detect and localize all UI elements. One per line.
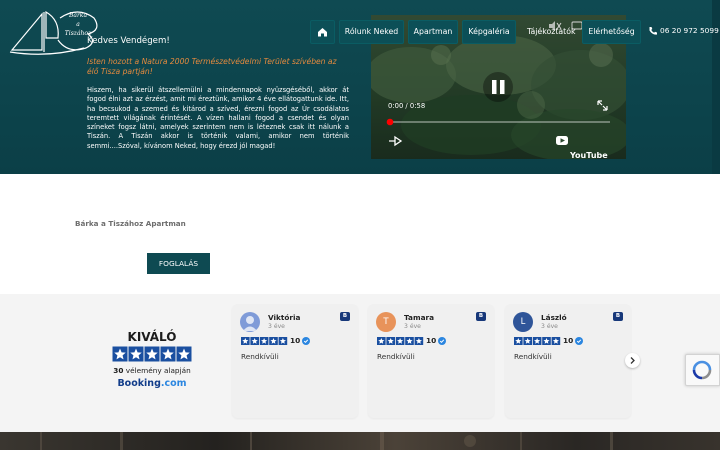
review-card: T Tamara 3 éve B 10 Rendkívüli: [368, 304, 494, 418]
recaptcha-icon: [692, 360, 712, 380]
avatar: T: [376, 312, 396, 332]
reviews-next-button[interactable]: [625, 353, 640, 368]
review-count-suffix: vélemény alapján: [125, 366, 191, 375]
nav-home-button[interactable]: [310, 20, 335, 44]
nav-item-gallery[interactable]: Képgaléria: [462, 20, 516, 44]
chevron-right-icon: [630, 357, 635, 364]
reviewer-name: Viktória: [268, 313, 301, 322]
booking-logo[interactable]: Booking.com: [112, 378, 192, 389]
booking-badge-icon: B: [613, 312, 623, 321]
review-time: 3 éve: [541, 323, 558, 330]
review-time: 3 éve: [404, 323, 421, 330]
verified-icon: [302, 337, 310, 345]
review-text: Rendkívüli: [514, 352, 552, 361]
video-progress-bar[interactable]: [386, 118, 610, 126]
avatar: [240, 312, 260, 332]
reviewer-name: László: [541, 313, 567, 322]
home-icon: [318, 28, 327, 37]
youtube-label[interactable]: YouTube: [570, 151, 608, 159]
share-icon[interactable]: [389, 135, 403, 147]
hero-intro-text: Hiszem, ha sikerül átszellemülni a minde…: [87, 86, 349, 150]
nav-item-about[interactable]: Rólunk Neked: [339, 20, 404, 44]
youtube-logo-icon[interactable]: [556, 136, 568, 145]
review-card: L László 3 éve B 10 Rendkívüli: [505, 304, 631, 418]
footer-image-texture: [40, 432, 613, 450]
phone-number[interactable]: 06 20 972 5099: [660, 26, 719, 35]
footer-background-image: [0, 432, 720, 450]
review-stars-icon: [377, 337, 424, 345]
nav-item-info[interactable]: Tájékoztatók: [527, 20, 576, 44]
rating-stars-icon: [112, 346, 192, 362]
fullscreen-icon[interactable]: [597, 100, 608, 111]
review-count: 30 vélemény alapján: [100, 366, 204, 375]
review-score: 10: [290, 336, 301, 345]
review-card: Viktória 3 éve B 10 Rendkívüli: [232, 304, 358, 418]
verified-icon: [438, 337, 446, 345]
pause-icon[interactable]: [483, 72, 513, 102]
booking-button[interactable]: FOGLALÁS: [147, 253, 210, 274]
phone-icon: [649, 27, 657, 35]
review-count-number: 30: [113, 366, 124, 375]
review-text: Rendkívüli: [377, 352, 415, 361]
avatar: L: [513, 312, 533, 332]
video-time: 0:00 / 0:58: [388, 102, 426, 110]
logo-text: Bárka a Tiszához: [64, 12, 92, 37]
nav-item-contact[interactable]: Elérhetőség: [582, 20, 641, 44]
hero-tagline: Isten hozott a Natura 2000 Természetvéde…: [87, 57, 337, 76]
user-photo-icon: [243, 316, 257, 331]
review-time: 3 éve: [268, 323, 285, 330]
booking-badge-icon: B: [340, 312, 350, 321]
recaptcha-badge[interactable]: [685, 354, 720, 386]
reviewer-name: Tamara: [404, 313, 435, 322]
review-text: Rendkívüli: [241, 352, 279, 361]
review-stars-icon: [241, 337, 288, 345]
booking-logo-tld: .com: [160, 378, 187, 389]
booking-badge-icon: B: [476, 312, 486, 321]
verified-icon: [575, 337, 583, 345]
review-stars-icon: [514, 337, 561, 345]
nav-item-apartment[interactable]: Apartman: [408, 20, 458, 44]
apartment-name: Bárka a Tiszához Apartman: [75, 219, 186, 228]
review-score: 10: [563, 336, 574, 345]
greeting-heading: Kedves Vendégem!: [87, 36, 170, 46]
booking-logo-main: Booking: [117, 378, 161, 389]
rating-word: KIVÁLÓ: [127, 330, 177, 344]
review-score: 10: [426, 336, 437, 345]
